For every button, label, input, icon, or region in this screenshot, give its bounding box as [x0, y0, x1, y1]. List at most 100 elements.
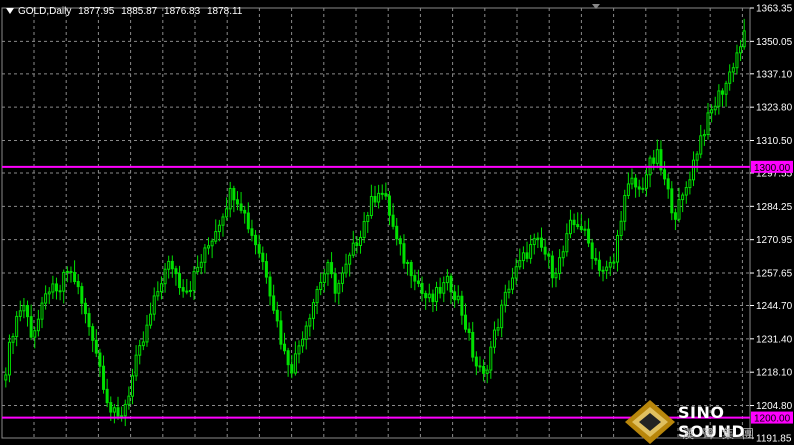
candle-body	[283, 343, 287, 352]
candle-body	[228, 187, 232, 210]
candle-body	[243, 209, 247, 214]
candle-body	[246, 212, 250, 230]
candle-body	[203, 247, 207, 263]
candle-body	[351, 242, 355, 256]
candle-body	[550, 255, 554, 279]
candle-body	[673, 212, 677, 220]
candle-body	[507, 288, 511, 293]
candle-body	[568, 219, 572, 235]
candle-body	[340, 272, 344, 284]
candle-body	[344, 263, 348, 274]
candle-body	[304, 325, 308, 340]
candle-body	[424, 292, 428, 299]
candle-body	[442, 282, 446, 294]
candle-body	[713, 105, 717, 111]
candle-body	[268, 276, 272, 297]
candle-body	[109, 402, 113, 413]
candle-body	[518, 260, 522, 268]
candle-body	[102, 365, 106, 390]
candle-body	[688, 179, 692, 189]
candle-body	[731, 67, 735, 73]
y-tick-label: 1218.10	[756, 368, 793, 379]
y-tick-label: 1337.10	[756, 69, 793, 80]
candle-body	[62, 271, 66, 292]
candle-body	[199, 261, 203, 268]
candle-body	[134, 354, 138, 377]
dropdown-triangle-icon[interactable]	[6, 8, 14, 15]
candle-body	[65, 270, 69, 273]
candle-body	[471, 331, 475, 358]
candle-body	[478, 365, 482, 368]
candle-body	[630, 177, 634, 185]
candle-body	[710, 109, 714, 114]
level-label: 1300.00	[754, 163, 791, 174]
candle-body	[185, 290, 189, 293]
price-chart[interactable]: 1363.351350.051337.101323.801310.501297.…	[0, 0, 794, 445]
candle-body	[521, 252, 525, 262]
logo-chinese-text: 漢聲集團	[682, 427, 763, 441]
candle-body	[579, 226, 583, 231]
candle-body	[36, 318, 40, 332]
y-tick-label: 1363.35	[756, 4, 793, 15]
candle-body	[532, 238, 536, 246]
candle-body	[594, 257, 598, 261]
candle-body	[561, 251, 565, 259]
candle-body	[565, 233, 569, 253]
candle-body	[543, 246, 547, 255]
candle-body	[69, 270, 73, 273]
candle-body	[315, 289, 319, 304]
candle-body	[402, 243, 406, 264]
candle-body	[663, 169, 667, 180]
candle-body	[54, 283, 58, 292]
y-tick-label: 1310.50	[756, 136, 793, 147]
candle-body	[583, 228, 587, 231]
candle-body	[221, 216, 225, 226]
candle-body	[474, 356, 478, 367]
candle-body	[87, 313, 91, 328]
candle-body	[616, 234, 620, 263]
candle-body	[170, 260, 174, 270]
candle-body	[141, 341, 145, 347]
candle-body	[427, 293, 431, 299]
candle-body	[576, 224, 580, 228]
candle-body	[619, 220, 623, 236]
candle-body	[529, 244, 533, 259]
candle-body	[196, 266, 200, 273]
candle-body	[380, 192, 384, 195]
candle-body	[322, 273, 326, 283]
candle-body	[181, 287, 185, 292]
candle-body	[684, 187, 688, 196]
chart-area[interactable]: 1363.35 1350.05 1337.10 1323.80 1310.50 1297.…	[0, 0, 794, 445]
candle-body	[373, 195, 377, 203]
plot-frame	[1, 7, 751, 439]
candle-body	[626, 183, 630, 196]
candle-body	[26, 305, 30, 318]
candle-body	[76, 280, 80, 288]
candle-body	[239, 203, 243, 211]
candle-body	[178, 273, 182, 289]
candle-body	[362, 221, 366, 238]
candle-body	[416, 280, 420, 284]
candle-body	[40, 302, 44, 320]
candle-body	[699, 135, 703, 155]
candle-body	[279, 320, 283, 345]
candle-body	[597, 259, 601, 271]
candle-body	[83, 302, 87, 315]
candle-body	[445, 275, 449, 284]
candle-body	[127, 395, 131, 405]
candle-body	[156, 291, 160, 297]
candle-body	[333, 273, 337, 294]
candle-body	[489, 346, 493, 371]
candle-body	[463, 314, 467, 330]
candle-body	[123, 403, 127, 417]
candle-body	[250, 228, 254, 236]
candle-body	[460, 295, 464, 316]
candle-body	[387, 195, 391, 216]
y-tick-label: 1270.95	[756, 235, 793, 246]
candle-body	[297, 345, 301, 355]
candle-body	[163, 268, 167, 285]
candle-body	[435, 286, 439, 303]
candle-body	[395, 225, 399, 240]
candle-body	[98, 352, 102, 367]
candle-body	[210, 240, 214, 247]
